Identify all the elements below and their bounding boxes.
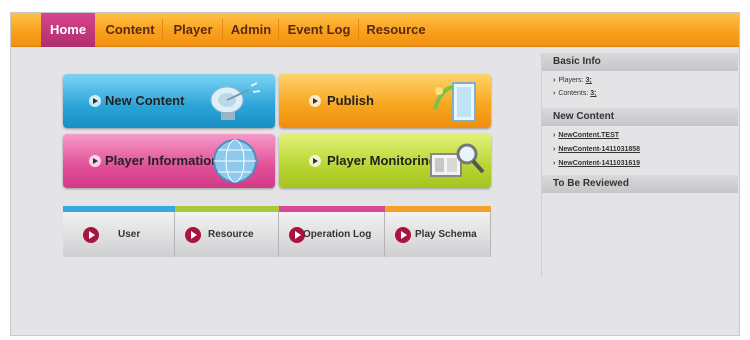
player-information-tile[interactable]: Player Information (63, 134, 275, 188)
app-frame: Home Content Player Admin Event Log Reso… (10, 12, 740, 336)
globe-icon (213, 139, 257, 183)
play-circle-icon (185, 227, 201, 243)
new-content-link[interactable]: NewContent-1411031619 (558, 160, 640, 167)
nav-divider (222, 19, 223, 41)
side-panel: Basic Info › Players: 3; › Contents: 3; Ne… (541, 53, 738, 277)
publish-tile[interactable]: Publish (279, 74, 491, 128)
user-label: User (118, 229, 141, 240)
chevron-right-icon: › (553, 146, 556, 153)
new-content-header: New Content (542, 108, 738, 126)
player-information-label: Player Information (105, 153, 220, 168)
contents-count-row: › Contents: 3; (553, 88, 597, 99)
monitor-magnifier-icon (430, 143, 485, 177)
publish-doors-icon (433, 82, 476, 122)
operation-log-label: Operation Log (303, 229, 372, 240)
new-content-tile[interactable]: New Content (63, 74, 275, 128)
arrow-right-icon (309, 95, 321, 107)
player-monitoring-tile[interactable]: Player Monitoring (279, 134, 491, 188)
user-button[interactable]: User (63, 212, 175, 257)
player-monitoring-label: Player Monitoring (327, 153, 437, 168)
operation-log-button[interactable]: Operation Log (279, 212, 385, 257)
play-circle-icon (395, 227, 411, 243)
arrow-right-icon (309, 155, 321, 167)
publish-label: Publish (327, 93, 374, 108)
nav-divider (278, 19, 279, 41)
nav-tab-home[interactable]: Home (41, 13, 95, 47)
arrow-right-icon (89, 155, 101, 167)
new-content-link[interactable]: NewContent.TEST (558, 132, 619, 139)
nav-tab-admin[interactable]: Admin (225, 13, 277, 47)
players-count-link[interactable]: 3; (586, 77, 592, 84)
play-circle-icon (83, 227, 99, 243)
new-content-label: New Content (105, 93, 185, 108)
chevron-right-icon: › (553, 160, 556, 167)
contents-label: Contents: (558, 90, 589, 97)
top-nav: Home Content Player Admin Event Log Reso… (11, 13, 739, 47)
players-count-row: › Players: 3; (553, 75, 592, 86)
to-be-reviewed-header: To Be Reviewed (542, 175, 738, 193)
play-schema-label: Play Schema (415, 229, 477, 240)
resource-button[interactable]: Resource (175, 212, 279, 257)
new-content-item: › NewContent-1411031858 (553, 144, 640, 155)
nav-tab-event-log[interactable]: Event Log (281, 13, 357, 47)
resource-label: Resource (208, 229, 254, 240)
arrow-right-icon (89, 95, 101, 107)
nav-tab-content[interactable]: Content (99, 13, 161, 47)
nav-tab-player[interactable]: Player (165, 13, 221, 47)
contents-count-link[interactable]: 3; (590, 90, 596, 97)
nav-tab-resource[interactable]: Resource (359, 13, 433, 47)
play-schema-button[interactable]: Play Schema (385, 212, 491, 257)
basic-info-header: Basic Info (542, 53, 738, 71)
chevron-right-icon: › (553, 77, 556, 84)
players-label: Players: (558, 77, 584, 84)
chevron-right-icon: › (553, 132, 556, 139)
chevron-right-icon: › (553, 90, 556, 97)
new-content-item: › NewContent-1411031619 (553, 158, 640, 169)
new-content-item: › NewContent.TEST (553, 130, 619, 141)
satellite-dish-icon (210, 82, 261, 120)
new-content-link[interactable]: NewContent-1411031858 (558, 146, 640, 153)
nav-divider (162, 19, 163, 41)
